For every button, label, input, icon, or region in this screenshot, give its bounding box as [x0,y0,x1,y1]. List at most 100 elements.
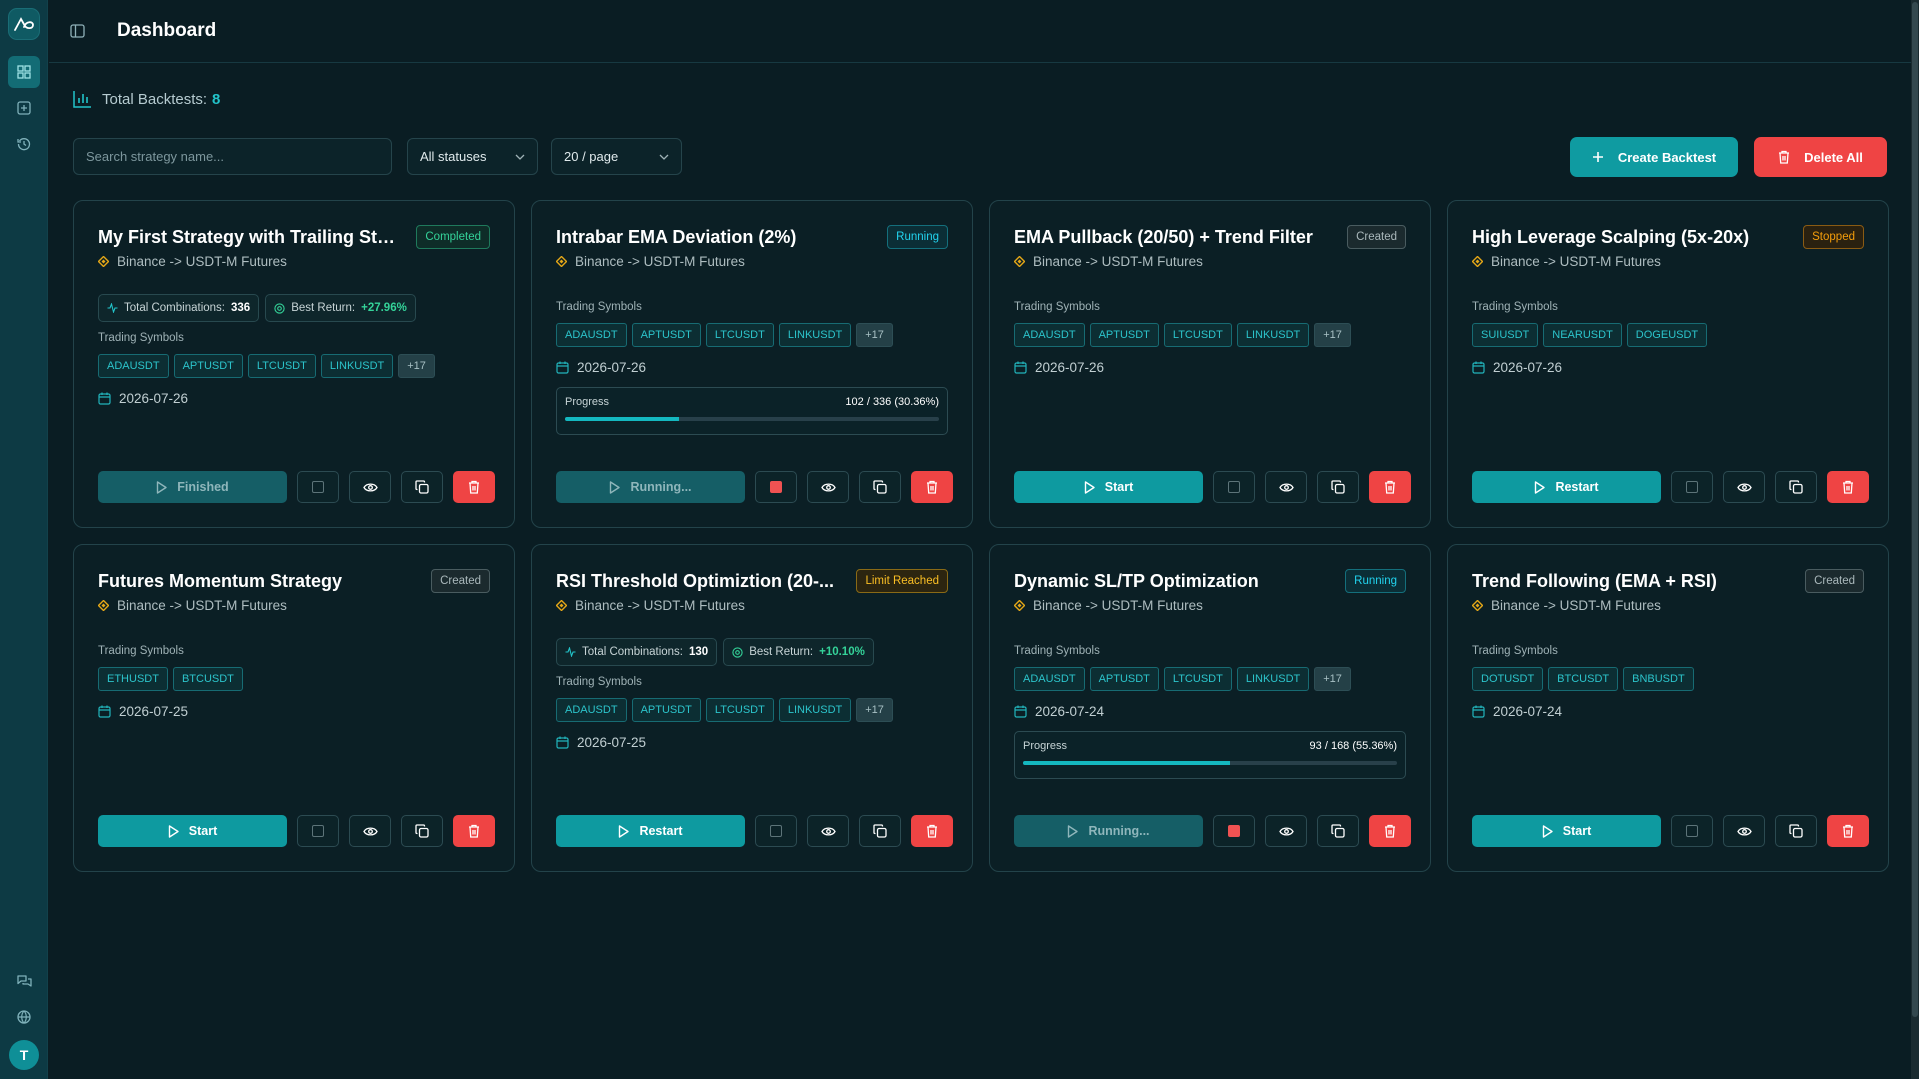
run-action-button[interactable]: Start [1472,815,1661,847]
progress-label: Progress [565,396,610,408]
backtest-card[interactable]: Futures Momentum Strategy Created Binance … [73,544,515,872]
nav-history-icon[interactable] [8,128,40,160]
sidebar: T [0,0,48,1079]
delete-button[interactable] [1369,471,1411,503]
eye-icon [820,826,836,837]
trash-icon [468,824,480,838]
best-return-label: Best Return: [749,646,814,658]
exchange-label: Binance -> USDT-M Futures [1033,253,1203,269]
symbol-tag: LINKUSDT [778,323,852,347]
symbol-tag: LTCUSDT [1163,667,1232,691]
delete-button[interactable] [1827,815,1869,847]
search-input[interactable] [73,138,392,175]
duplicate-button[interactable] [401,815,443,847]
symbol-tag: APTUSDT [173,354,243,378]
chat-icon[interactable] [8,965,40,997]
backtest-card[interactable]: Trend Following (EMA + RSI) Created Binanc… [1447,544,1889,872]
more-symbols-tag[interactable]: +17 [1314,323,1351,347]
delete-all-button[interactable]: Delete All [1754,137,1887,177]
total-combinations-value: 336 [231,302,251,314]
duplicate-button[interactable] [859,471,901,503]
stop-icon [1686,825,1698,837]
chevron-down-icon [515,154,525,160]
app-logo[interactable] [8,8,40,40]
target-icon [274,302,285,314]
run-action-label: Restart [1555,480,1599,494]
view-button[interactable] [1723,471,1765,503]
page-size-select[interactable]: 20 / page [551,138,682,175]
symbol-list: ADAUSDT APTUSDT LTCUSDT LINKUSDT +17 [98,354,490,378]
user-avatar[interactable]: T [9,1040,39,1070]
more-symbols-tag[interactable]: +17 [398,354,435,378]
view-button[interactable] [349,471,391,503]
view-button[interactable] [349,815,391,847]
view-button[interactable] [807,471,849,503]
stop-button[interactable] [1213,815,1255,847]
create-backtest-label: Create Backtest [1617,149,1717,165]
run-action-label: Finished [177,480,229,494]
run-action-button[interactable]: Running... [1014,815,1203,847]
stop-button[interactable] [297,815,339,847]
run-action-button[interactable]: Restart [1472,471,1661,503]
backtest-card[interactable]: Dynamic SL/TP Optimization Running Binance… [989,544,1431,872]
run-action-button[interactable]: Start [98,815,287,847]
duplicate-button[interactable] [859,815,901,847]
backtest-card[interactable]: EMA Pullback (20/50) + Trend Filter Creat… [989,200,1431,528]
stop-button[interactable] [1671,815,1713,847]
duplicate-button[interactable] [401,471,443,503]
stop-button[interactable] [297,471,339,503]
run-action-button[interactable]: Finished [98,471,287,503]
progress-panel: Progress 102 / 336 (30.36%) [556,387,948,435]
card-actions: Finished [98,471,495,503]
stop-button[interactable] [1671,471,1713,503]
delete-button[interactable] [453,815,495,847]
view-button[interactable] [807,815,849,847]
backtest-card[interactable]: RSI Threshold Optimiztion (20-... Limit R… [531,544,973,872]
duplicate-button[interactable] [1775,471,1817,503]
date-value: 2026-07-24 [1493,703,1563,719]
date-value: 2026-07-26 [1035,359,1105,375]
more-symbols-tag[interactable]: +17 [1314,667,1351,691]
status-select[interactable]: All statuses [407,138,538,175]
status-select-value: All statuses [420,149,487,164]
trading-symbols-label: Trading Symbols [1472,645,1558,657]
trash-icon [1384,824,1396,838]
best-return-value: +27.96% [361,302,407,314]
run-action-button[interactable]: Start [1014,471,1203,503]
delete-button[interactable] [1369,815,1411,847]
backtest-card[interactable]: Intrabar EMA Deviation (2%) Running Binanc… [531,200,973,528]
create-backtest-button[interactable]: Create Backtest [1570,137,1738,177]
stop-button[interactable] [755,471,797,503]
stop-button[interactable] [1213,471,1255,503]
delete-button[interactable] [911,815,953,847]
status-badge: Stopped [1803,225,1864,249]
language-globe-icon[interactable] [8,1001,40,1033]
sidebar-toggle-icon[interactable] [65,19,89,43]
card-header: RSI Threshold Optimiztion (20-... Limit R… [556,569,948,593]
nav-add-icon[interactable] [8,92,40,124]
scrollbar-thumb[interactable] [1912,2,1918,1017]
progress-panel: Progress 93 / 168 (55.36%) [1014,731,1406,779]
delete-button[interactable] [453,471,495,503]
stop-icon [770,825,782,837]
page-scrollbar[interactable] [1911,0,1919,1079]
run-action-button[interactable]: Running... [556,471,745,503]
duplicate-button[interactable] [1775,815,1817,847]
nav-dashboard-icon[interactable] [8,56,40,88]
duplicate-button[interactable] [1317,471,1359,503]
run-action-button[interactable]: Restart [556,815,745,847]
view-button[interactable] [1723,815,1765,847]
more-symbols-tag[interactable]: +17 [856,323,893,347]
more-symbols-tag[interactable]: +17 [856,698,893,722]
duplicate-button[interactable] [1317,815,1359,847]
view-button[interactable] [1265,471,1307,503]
backtest-card[interactable]: High Leverage Scalping (5x-20x) Stopped Bi… [1447,200,1889,528]
delete-button[interactable] [911,471,953,503]
delete-button[interactable] [1827,471,1869,503]
symbol-tag: BTCUSDT [1548,667,1619,691]
backtest-card[interactable]: My First Strategy with Trailing Stop Comp… [73,200,515,528]
stop-button[interactable] [755,815,797,847]
progress-fill [565,417,679,421]
view-button[interactable] [1265,815,1307,847]
symbol-tag: LTCUSDT [1163,323,1232,347]
